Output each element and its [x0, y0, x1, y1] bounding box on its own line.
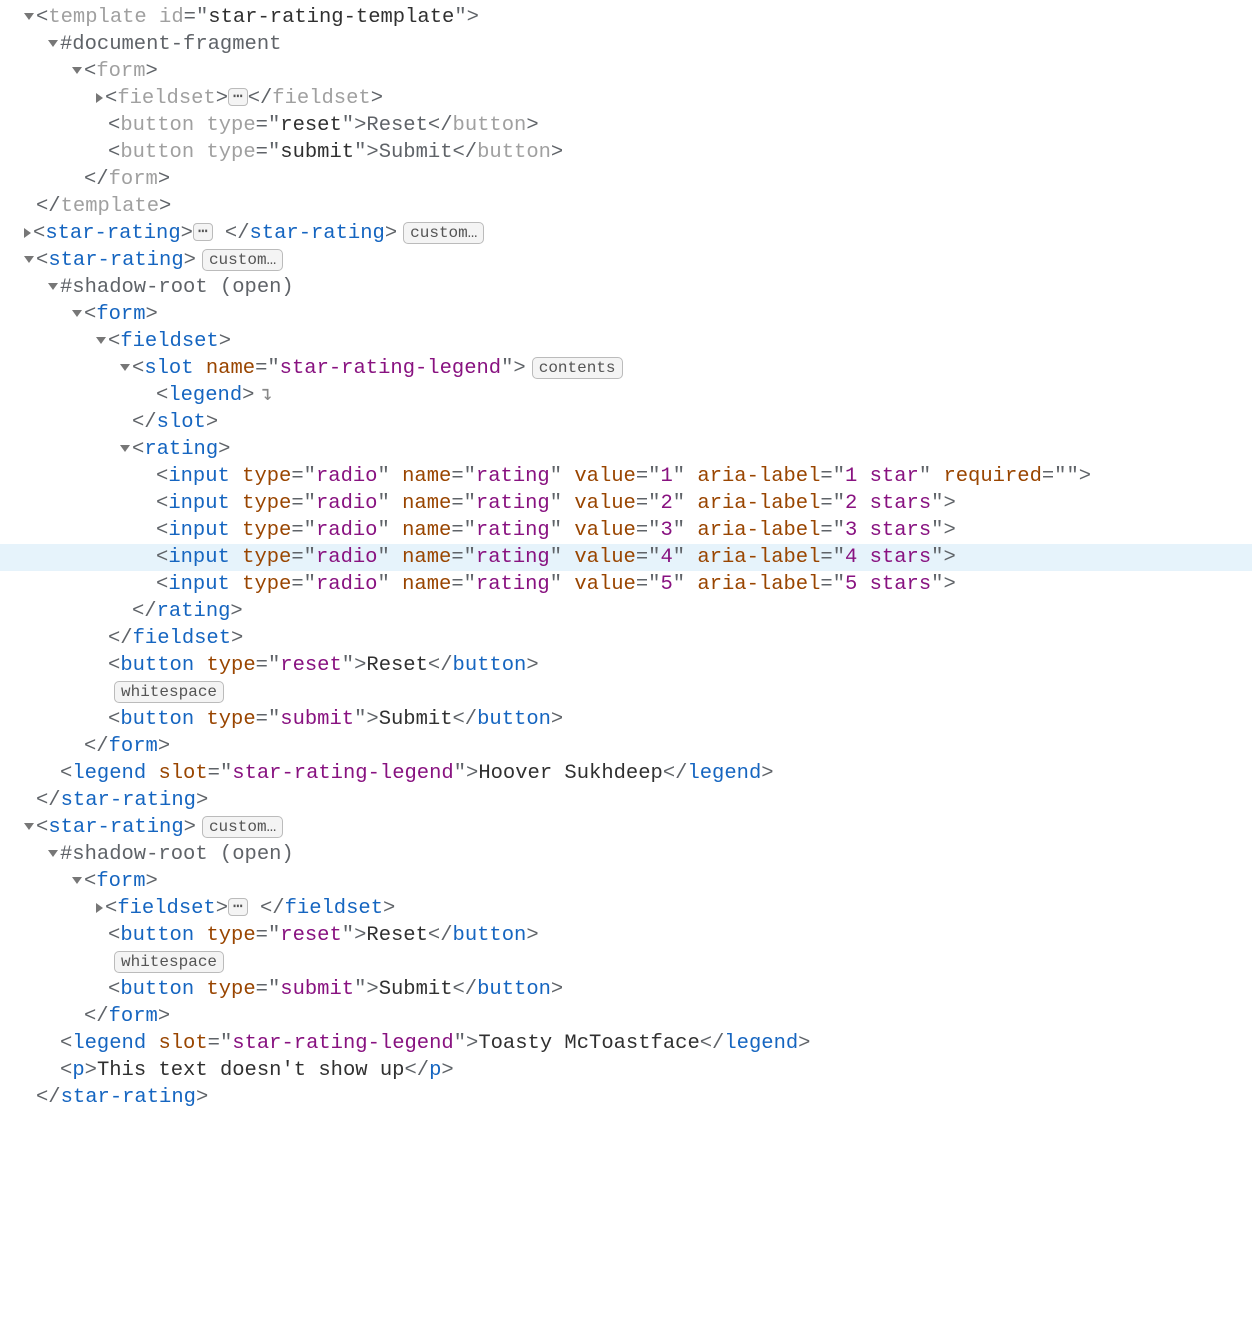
disclosure-caret[interactable] — [24, 228, 31, 238]
collapsed-ellipsis[interactable] — [228, 898, 248, 916]
tag-button-reset[interactable]: <button type="reset">Reset</button> — [108, 654, 539, 677]
tag-star-rating-2[interactable]: <star-rating> — [36, 249, 196, 272]
tag-star-rating-2-close[interactable]: </star-rating> — [36, 789, 208, 812]
tag-legend[interactable]: <legend slot="star-rating-legend">Toasty… — [60, 1032, 810, 1055]
tag-input-1[interactable]: <input type="radio" name="rating" value=… — [156, 465, 1091, 488]
tag-form[interactable]: <form> — [84, 303, 158, 326]
tag-form[interactable]: <form> — [84, 60, 158, 83]
disclosure-caret[interactable] — [72, 310, 82, 317]
disclosure-caret[interactable] — [72, 877, 82, 884]
tag-p[interactable]: <p>This text doesn't show up</p> — [60, 1059, 454, 1082]
disclosure-caret[interactable] — [96, 93, 103, 103]
tag-button-submit[interactable]: <button type="submit">Submit</button> — [108, 978, 563, 1001]
tag-form-close[interactable]: </form> — [84, 735, 170, 758]
contents-badge[interactable]: contents — [532, 357, 623, 379]
tag-fieldset[interactable]: <fieldset> — [105, 87, 228, 110]
tag-slot-close[interactable]: </slot> — [132, 411, 218, 434]
custom-badge[interactable]: custom… — [202, 816, 283, 838]
disclosure-caret[interactable] — [48, 40, 58, 47]
tag-button-submit[interactable]: <button type="submit">Submit</button> — [108, 141, 563, 164]
tag-star-rating-3-close[interactable]: </star-rating> — [36, 1086, 208, 1109]
tag-legend[interactable]: <legend> — [156, 384, 254, 407]
tag-button-reset[interactable]: <button type="reset">Reset</button> — [108, 924, 539, 947]
tag-input-3[interactable]: <input type="radio" name="rating" value=… — [156, 519, 956, 542]
tag-button-submit[interactable]: <button type="submit">Submit</button> — [108, 708, 563, 731]
collapsed-ellipsis[interactable] — [228, 88, 248, 106]
document-fragment[interactable]: #document-fragment — [60, 33, 281, 56]
tag-fieldset[interactable]: <fieldset> — [105, 897, 228, 920]
tag-fieldset[interactable]: <fieldset> — [108, 330, 231, 353]
tag-input-5[interactable]: <input type="radio" name="rating" value=… — [156, 573, 956, 596]
shadow-root[interactable]: #shadow-root (open) — [60, 843, 294, 866]
disclosure-caret[interactable] — [24, 823, 34, 830]
whitespace-badge[interactable]: whitespace — [114, 681, 224, 703]
custom-badge[interactable]: custom… — [202, 249, 283, 271]
tag-form-close[interactable]: </form> — [84, 168, 170, 191]
disclosure-caret[interactable] — [120, 364, 130, 371]
disclosure-caret[interactable] — [48, 283, 58, 290]
tag-form[interactable]: <form> — [84, 870, 158, 893]
tag-form-close[interactable]: </form> — [84, 1005, 170, 1028]
disclosure-caret[interactable] — [24, 256, 34, 263]
disclosure-caret[interactable] — [120, 445, 130, 452]
disclosure-caret[interactable] — [72, 67, 82, 74]
tag-star-rating-1[interactable]: <star-rating> — [33, 222, 193, 245]
tag-star-rating-3[interactable]: <star-rating> — [36, 816, 196, 839]
custom-badge[interactable]: custom… — [403, 222, 484, 244]
collapsed-ellipsis[interactable] — [193, 223, 213, 241]
tag-template-close[interactable]: </template> — [36, 195, 171, 218]
tag-rating-close[interactable]: </rating> — [132, 600, 243, 623]
tag-button-reset[interactable]: <button type="reset">Reset</button> — [108, 114, 539, 137]
tag-fieldset-close[interactable]: </fieldset> — [108, 627, 243, 650]
disclosure-caret[interactable] — [24, 13, 34, 20]
tag-template-open[interactable]: <template id="star-rating-template"> — [36, 6, 479, 29]
tag-input-2[interactable]: <input type="radio" name="rating" value=… — [156, 492, 956, 515]
shadow-root[interactable]: #shadow-root (open) — [60, 276, 294, 299]
slot-reveal-icon[interactable]: ↴ — [260, 382, 272, 409]
disclosure-caret[interactable] — [48, 850, 58, 857]
tag-rating[interactable]: <rating> — [132, 438, 230, 461]
disclosure-caret[interactable] — [96, 903, 103, 913]
tag-legend[interactable]: <legend slot="star-rating-legend">Hoover… — [60, 762, 774, 785]
tag-slot[interactable]: <slot name="star-rating-legend"> — [132, 357, 526, 380]
tag-input-4[interactable]: <input type="radio" name="rating" value=… — [156, 546, 956, 569]
whitespace-badge[interactable]: whitespace — [114, 951, 224, 973]
disclosure-caret[interactable] — [96, 337, 106, 344]
